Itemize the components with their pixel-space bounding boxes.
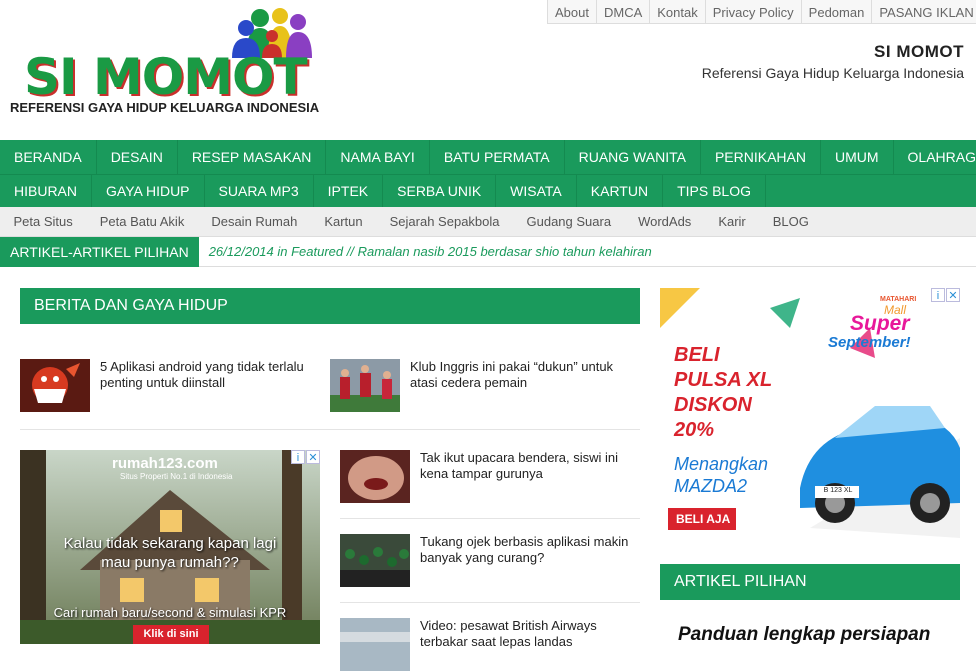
post-thumbnail[interactable]: [20, 359, 90, 412]
main-navigation: BERANDA DESAIN RESEP MASAKAN NAMA BAYI BATU …: [0, 140, 976, 207]
ad-super: Super: [850, 312, 910, 335]
logo-text: SI MOMOT: [24, 48, 308, 106]
site-logo[interactable]: SI MOMOT REFERENSI GAYA HIDUP KELUARGA I…: [10, 6, 330, 120]
nav-item-tips-blog[interactable]: TIPS BLOG: [663, 175, 766, 207]
nav-item-resep-masakan[interactable]: RESEP MASAKAN: [178, 140, 327, 174]
post-item[interactable]: Klub Inggris ini pakai “dukun” untuk ata…: [330, 359, 640, 412]
ad-headline: Kalau tidak sekarang kapan lagi mau puny…: [63, 535, 277, 571]
post-thumbnail[interactable]: [330, 359, 400, 412]
football-players-image: [330, 359, 400, 412]
close-icon[interactable]: ✕: [306, 450, 320, 464]
info-icon[interactable]: i: [931, 288, 945, 302]
nav-item-nama-bayi[interactable]: NAMA BAYI: [326, 140, 430, 174]
post-item[interactable]: Tukang ojek berbasis aplikasi makin bany…: [340, 534, 640, 587]
nav-item-beranda[interactable]: BERANDA: [0, 140, 97, 174]
ad-line: Cari rumah baru/second & simulasi KPR: [53, 605, 287, 620]
ad-brand-small: MATAHARI: [880, 296, 917, 303]
divider: [340, 602, 640, 603]
nav-item-umum[interactable]: UMUM: [821, 140, 894, 174]
post-thumbnail[interactable]: [340, 534, 410, 587]
nav-item-gaya-hidup[interactable]: GAYA HIDUP: [92, 175, 205, 207]
rumah123-ad[interactable]: i ✕ rumah123.com Situs Properti No.1 di I…: [20, 450, 320, 644]
top-link-pasang-iklan[interactable]: PASANG IKLAN: [871, 0, 976, 23]
post-item[interactable]: Tak ikut upacara bendera, siswi ini kena…: [340, 450, 640, 503]
nav-item-suara-mp3[interactable]: SUARA MP3: [205, 175, 314, 207]
nav-item-wisata[interactable]: WISATA: [496, 175, 577, 207]
nav-item-olahraga[interactable]: OLAHRAGA: [894, 140, 976, 174]
post-title[interactable]: Video: pesawat British Airways terbakar …: [410, 618, 640, 671]
ad-brand: rumah123.com: [112, 455, 218, 472]
crowd-image: [340, 534, 410, 587]
ad-cta-button[interactable]: Klik di sini: [133, 625, 209, 644]
main-nav-row: BERANDA DESAIN RESEP MASAKAN NAMA BAYI BATU …: [0, 140, 976, 174]
post-title[interactable]: Tak ikut upacara bendera, siswi ini kena…: [410, 450, 640, 503]
post-item[interactable]: 5 Aplikasi android yang tidak terlalu pe…: [20, 359, 320, 412]
divider: [20, 429, 640, 430]
top-link-dmca[interactable]: DMCA: [595, 0, 649, 23]
main-nav-row: HIBURAN GAYA HIDUP SUARA MP3 IPTEK SERBA UNI…: [0, 174, 976, 207]
site-description: Referensi Gaya Hidup Keluarga Indonesia: [701, 65, 964, 81]
ad-subline: Menangkan: [674, 454, 769, 474]
info-icon[interactable]: i: [291, 450, 305, 464]
sub-nav-item-gudang-suara[interactable]: Gudang Suara: [513, 207, 625, 236]
post-thumbnail[interactable]: [340, 618, 410, 671]
post-title[interactable]: Klub Inggris ini pakai “dukun” untuk ata…: [400, 359, 640, 412]
top-link-kontak[interactable]: Kontak: [649, 0, 704, 23]
android-robot-icon: [20, 359, 90, 412]
section-heading: BERITA DAN GAYA HIDUP: [20, 288, 640, 324]
divider: [340, 518, 640, 519]
featured-ticker: ARTIKEL-ARTIKEL PILIHAN 26/12/2014 in Fe…: [0, 236, 976, 267]
close-icon[interactable]: ✕: [946, 288, 960, 302]
adchoices-badge[interactable]: i ✕: [291, 450, 320, 464]
nav-item-kartun[interactable]: KARTUN: [577, 175, 664, 207]
site-title: SI MOMOT: [874, 42, 964, 61]
sub-nav-item-kartun[interactable]: Kartun: [311, 207, 376, 236]
section-heading: ARTIKEL PILIHAN: [660, 564, 960, 600]
nav-item-desain[interactable]: DESAIN: [97, 140, 178, 174]
matahari-mall-ad[interactable]: i ✕ MATAHARI Mall Super September! BELI P…: [660, 288, 960, 538]
sub-nav-item-blog[interactable]: BLOG: [759, 207, 822, 236]
nav-item-ruang-wanita[interactable]: RUANG WANITA: [565, 140, 701, 174]
sub-nav-item-wordads[interactable]: WordAds: [625, 207, 705, 236]
sub-nav-item-peta-situs[interactable]: Peta Situs: [0, 207, 86, 236]
ad-cta-button[interactable]: BELI AJA: [668, 508, 736, 530]
ad-subline: MAZDA2: [674, 476, 748, 496]
top-link-about[interactable]: About: [548, 0, 596, 23]
top-link-privacy-policy[interactable]: Privacy Policy: [704, 0, 801, 23]
sub-nav-item-sejarah-sepakbola[interactable]: Sejarah Sepakbola: [376, 207, 513, 236]
face-image: [340, 450, 410, 503]
top-links-bar: About DMCA Kontak Privacy Policy Pedoman PASA…: [547, 0, 976, 24]
ad-september: September!: [828, 334, 911, 351]
ad-brand-sub: Situs Properti No.1 di Indonesia: [120, 472, 233, 481]
ad-plate: B 123 XL: [823, 487, 853, 494]
post-title[interactable]: 5 Aplikasi android yang tidak terlalu pe…: [90, 359, 320, 412]
ad-headline: BELI: [674, 344, 720, 366]
nav-item-pernikahan[interactable]: PERNIKAHAN: [701, 140, 821, 174]
nav-item-hiburan[interactable]: HIBURAN: [0, 175, 93, 207]
airplane-image: [340, 618, 410, 671]
ad-headline: DISKON: [674, 394, 752, 416]
nav-item-iptek[interactable]: IPTEK: [314, 175, 384, 207]
nav-item-serba-unik[interactable]: SERBA UNIK: [383, 175, 497, 207]
ticker-label: ARTIKEL-ARTIKEL PILIHAN: [0, 236, 199, 267]
featured-article-title[interactable]: Panduan lengkap persiapan: [678, 624, 930, 646]
post-title[interactable]: Tukang ojek berbasis aplikasi makin bany…: [410, 534, 640, 587]
ad-headline: 20%: [674, 419, 715, 441]
post-item[interactable]: Video: pesawat British Airways terbakar …: [340, 618, 640, 671]
top-link-pedoman[interactable]: Pedoman: [800, 0, 872, 23]
sub-nav-item-karir[interactable]: Karir: [705, 207, 759, 236]
logo-tagline: REFERENSI GAYA HIDUP KELUARGA INDONESIA: [10, 100, 320, 115]
sub-navigation: Peta Situs Peta Batu Akik Desain Rumah Kart…: [0, 207, 976, 237]
ad-headline: PULSA XL: [674, 369, 773, 391]
sub-nav-item-peta-batu-akik[interactable]: Peta Batu Akik: [86, 207, 198, 236]
adchoices-badge[interactable]: i ✕: [931, 288, 960, 302]
post-thumbnail[interactable]: [340, 450, 410, 503]
sub-nav-item-desain-rumah[interactable]: Desain Rumah: [198, 207, 311, 236]
nav-item-batu-permata[interactable]: BATU PERMATA: [430, 140, 565, 174]
ticker-link[interactable]: 26/12/2014 in Featured // Ramalan nasib …: [199, 244, 652, 259]
